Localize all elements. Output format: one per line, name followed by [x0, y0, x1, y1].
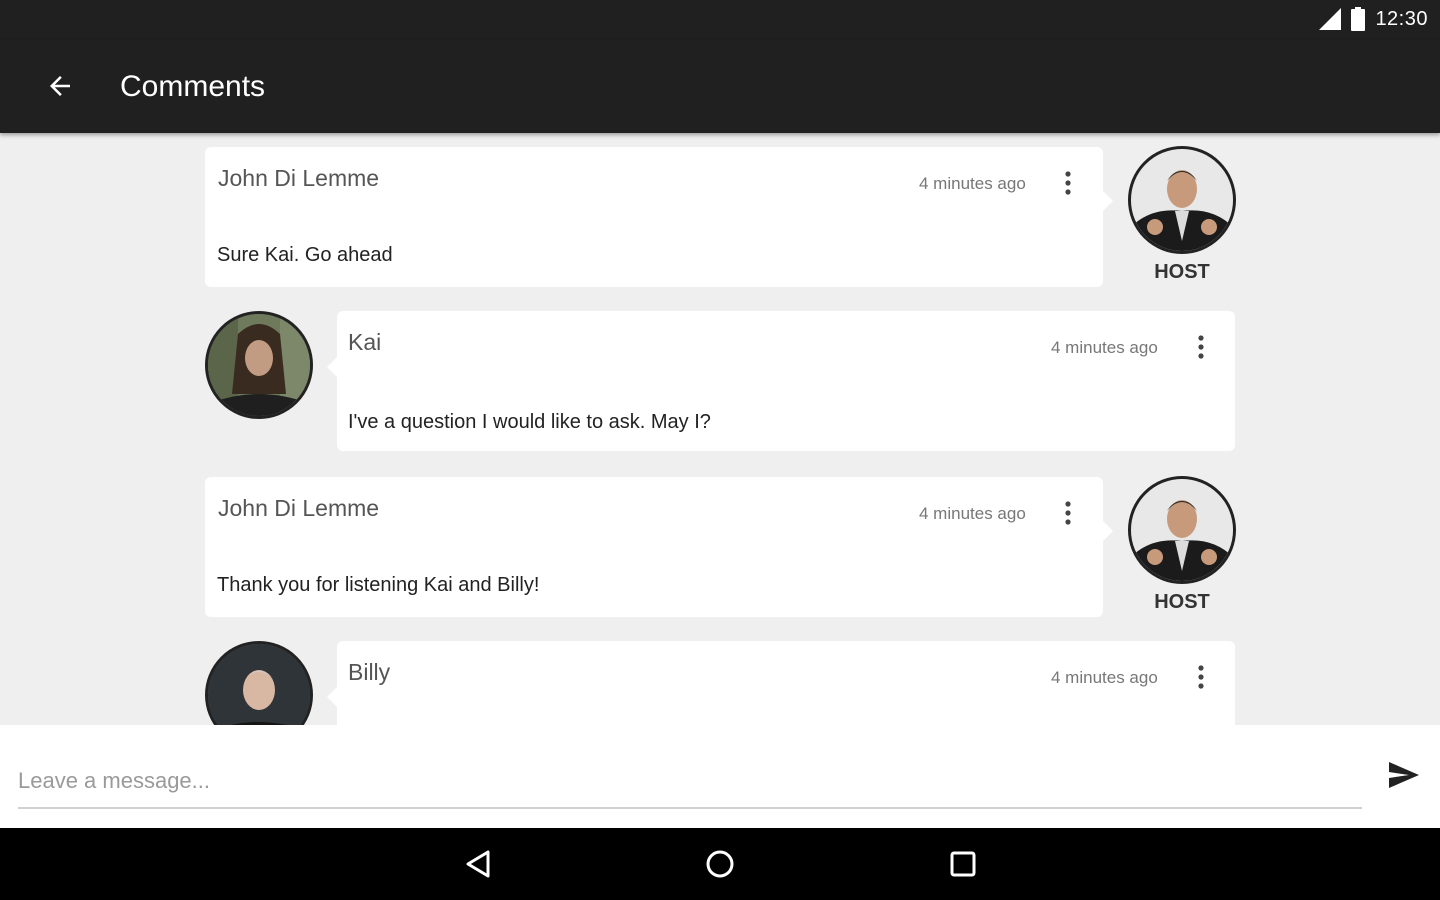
send-button[interactable]	[1384, 757, 1424, 797]
nav-back-button[interactable]	[458, 844, 498, 884]
nav-home-icon	[706, 850, 734, 878]
more-vert-icon	[1065, 501, 1071, 525]
system-nav-bar	[0, 828, 1440, 900]
signal-icon	[1319, 8, 1342, 30]
host-badge: HOST	[1154, 261, 1210, 283]
more-vert-icon	[1198, 665, 1204, 689]
comment-card: Billy 4 minutes ago	[337, 641, 1235, 725]
nav-recents-icon	[950, 851, 976, 877]
comment-author: John Di Lemme	[218, 165, 380, 191]
comment-card: John Di Lemme 4 minutes ago Sure Kai. Go…	[205, 147, 1103, 287]
back-button[interactable]	[36, 64, 84, 112]
comment-timestamp: 4 minutes ago	[1051, 668, 1158, 687]
comment-author: Billy	[348, 659, 391, 685]
avatar[interactable]	[205, 641, 313, 725]
avatar[interactable]	[1128, 476, 1236, 584]
bubble-tail	[327, 357, 337, 377]
nav-home-button[interactable]	[700, 844, 740, 884]
battery-icon	[1351, 7, 1366, 31]
comment-card: Kai 4 minutes ago I've a question I woul…	[337, 311, 1235, 451]
nav-recents-button[interactable]	[943, 844, 983, 884]
bubble-tail	[1103, 521, 1113, 541]
status-bar: 12:30	[0, 0, 1440, 40]
comment-timestamp: 4 minutes ago	[1051, 338, 1158, 357]
app-bar: Comments	[0, 40, 1440, 133]
avatar[interactable]	[1128, 146, 1236, 254]
nav-back-icon	[466, 850, 490, 878]
bubble-tail	[327, 687, 337, 707]
comment-text: Sure Kai. Go ahead	[217, 244, 393, 266]
clock: 12:30	[1375, 7, 1428, 30]
more-options-button[interactable]	[1056, 497, 1080, 529]
more-options-button[interactable]	[1189, 331, 1213, 363]
page-title: Comments	[120, 70, 266, 103]
more-options-button[interactable]	[1056, 167, 1080, 199]
avatar[interactable]	[205, 311, 313, 419]
message-composer	[0, 725, 1440, 828]
comment-author: John Di Lemme	[218, 495, 380, 521]
comment-timestamp: 4 minutes ago	[919, 504, 1026, 523]
host-badge: HOST	[1154, 591, 1210, 613]
message-input[interactable]	[18, 755, 1362, 809]
more-vert-icon	[1198, 335, 1204, 359]
more-options-button[interactable]	[1189, 661, 1213, 693]
comment-list[interactable]: John Di Lemme 4 minutes ago Sure Kai. Go…	[0, 133, 1440, 725]
more-vert-icon	[1065, 171, 1071, 195]
status-icons: 12:30	[1319, 6, 1428, 32]
comment-timestamp: 4 minutes ago	[919, 174, 1026, 193]
comment-text: Thank you for listening Kai and Billy!	[217, 574, 540, 596]
comment-text: I've a question I would like to ask. May…	[348, 411, 711, 433]
comment-author: Kai	[348, 329, 382, 355]
comment-card: John Di Lemme 4 minutes ago Thank you fo…	[205, 477, 1103, 617]
send-icon	[1387, 760, 1421, 795]
bubble-tail	[1103, 191, 1113, 211]
arrow-left-icon	[45, 71, 75, 106]
